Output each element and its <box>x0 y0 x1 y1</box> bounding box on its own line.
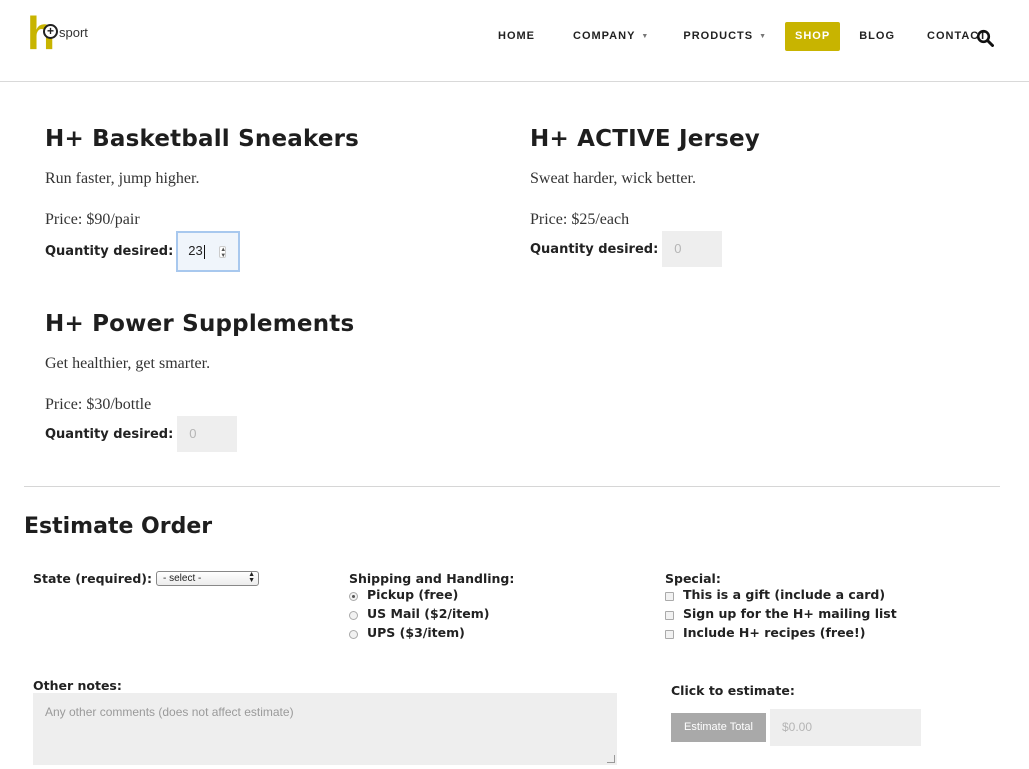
product-tagline: Sweat harder, wick better. <box>530 170 696 187</box>
nav-blog-label: BLOG <box>859 30 895 42</box>
checkbox[interactable] <box>665 592 674 601</box>
product-price: Price: $30/bottle <box>45 396 152 413</box>
search-icon[interactable] <box>976 29 994 47</box>
state-selected: - select - <box>163 573 202 584</box>
logo-word: sport <box>59 25 88 40</box>
product-tagline: Run faster, jump higher. <box>45 170 200 187</box>
special-option-gift[interactable]: This is a gift (include a card) <box>665 587 897 602</box>
product-tagline: Get healthier, get smarter. <box>45 355 211 372</box>
notes-textarea[interactable]: Any other comments (does not affect esti… <box>33 693 617 765</box>
special-option-label: Sign up for the H+ mailing list <box>683 606 897 621</box>
checkbox[interactable] <box>665 611 674 620</box>
quantity-stepper[interactable]: 0 <box>662 231 723 267</box>
product-supplements: H+ Power Supplements Get healthier, get … <box>45 311 354 452</box>
special-group: Special: This is a gift (include a card)… <box>665 571 897 640</box>
state-field: State (required): - select - ▲ ▼ <box>33 571 260 586</box>
nav-shop-label: SHOP <box>795 30 831 42</box>
radio-button[interactable] <box>349 630 358 639</box>
notes-placeholder: Any other comments (does not affect esti… <box>45 705 294 719</box>
state-label: State (required): <box>33 571 153 586</box>
shipping-option-label: US Mail ($2/item) <box>367 606 490 621</box>
section-divider <box>24 486 1000 487</box>
text-cursor <box>203 244 205 259</box>
shipping-option-ups[interactable]: UPS ($3/item) <box>349 625 514 640</box>
quantity-value: 23 <box>188 243 203 258</box>
quantity-row: Quantity desired: 0 <box>45 416 354 452</box>
special-label: Special: <box>665 571 721 586</box>
nav-shop[interactable]: SHOP <box>785 22 841 51</box>
notes-field: Other notes: Any other comments (does no… <box>33 678 617 765</box>
hsport-logo[interactable]: h + sport <box>27 10 97 56</box>
product-price: Price: $90/pair <box>45 211 140 228</box>
special-option-label: Include H+ recipes (free!) <box>683 625 866 640</box>
nav-company-label: COMPANY <box>573 30 636 42</box>
shipping-option-label: Pickup (free) <box>367 587 459 602</box>
shipping-option-pickup[interactable]: Pickup (free) <box>349 587 514 602</box>
shipping-group: Shipping and Handling: Pickup (free) US … <box>349 571 514 640</box>
quantity-label: Quantity desired: <box>45 244 174 259</box>
quantity-row: Quantity desired: 23 ▲ ▼ <box>45 231 359 272</box>
radio-button[interactable] <box>349 611 358 620</box>
nav-products-label: PRODUCTS <box>683 30 754 42</box>
quantity-placeholder: 0 <box>674 241 682 256</box>
site-header: h + sport HOME COMPANY ▼ PRODUCTS ▼ SHOP B… <box>0 0 1029 82</box>
estimate-field: Click to estimate: Estimate Total $0.00 <box>671 683 921 746</box>
product-title: H+ ACTIVE Jersey <box>530 126 760 152</box>
quantity-stepper[interactable]: 0 <box>177 416 238 452</box>
estimate-title: Estimate Order <box>24 514 213 539</box>
quantity-row: Quantity desired: 0 <box>530 231 760 267</box>
state-select[interactable]: - select - ▲ ▼ <box>156 571 260 586</box>
nav-home-label: HOME <box>498 30 535 42</box>
checkbox[interactable] <box>665 630 674 639</box>
nav-blog[interactable]: BLOG <box>849 22 905 51</box>
special-option-label: This is a gift (include a card) <box>683 587 886 602</box>
quantity-placeholder: 0 <box>189 426 197 441</box>
main-nav: HOME COMPANY ▼ PRODUCTS ▼ SHOP BLOG CONTAC… <box>488 22 997 51</box>
special-option-recipes[interactable]: Include H+ recipes (free!) <box>665 625 897 640</box>
chevron-down-icon: ▼ <box>759 33 768 40</box>
estimate-click-label: Click to estimate: <box>671 683 795 698</box>
product-price: Price: $25/each <box>530 211 630 228</box>
estimate-total-output: $0.00 <box>770 709 921 746</box>
quantity-stepper[interactable]: 23 ▲ ▼ <box>176 231 241 272</box>
shipping-option-label: UPS ($3/item) <box>367 625 465 640</box>
shipping-label: Shipping and Handling: <box>349 571 515 586</box>
logo-plus: + <box>43 24 58 39</box>
notes-label: Other notes: <box>33 678 122 693</box>
select-arrows-icon: ▲ ▼ <box>248 571 256 584</box>
special-option-mailing[interactable]: Sign up for the H+ mailing list <box>665 606 897 621</box>
product-jersey: H+ ACTIVE Jersey Sweat harder, wick bett… <box>530 126 760 267</box>
quantity-label: Quantity desired: <box>530 241 659 257</box>
shipping-option-usmail[interactable]: US Mail ($2/item) <box>349 606 514 621</box>
product-sneakers: H+ Basketball Sneakers Run faster, jump … <box>45 126 359 272</box>
spinner-arrows-icon[interactable]: ▲ ▼ <box>219 246 227 259</box>
product-title: H+ Basketball Sneakers <box>45 126 360 152</box>
quantity-label: Quantity desired: <box>45 426 174 442</box>
nav-company[interactable]: COMPANY ▼ <box>563 22 659 51</box>
estimate-row: Estimate Total $0.00 <box>671 709 921 746</box>
product-title: H+ Power Supplements <box>45 311 355 337</box>
nav-home[interactable]: HOME <box>488 22 545 51</box>
nav-products[interactable]: PRODUCTS ▼ <box>673 22 777 51</box>
radio-button[interactable] <box>349 592 358 601</box>
chevron-down-icon: ▼ <box>641 33 650 40</box>
resize-handle-icon[interactable] <box>607 755 615 763</box>
estimate-total-button[interactable]: Estimate Total <box>671 713 766 742</box>
